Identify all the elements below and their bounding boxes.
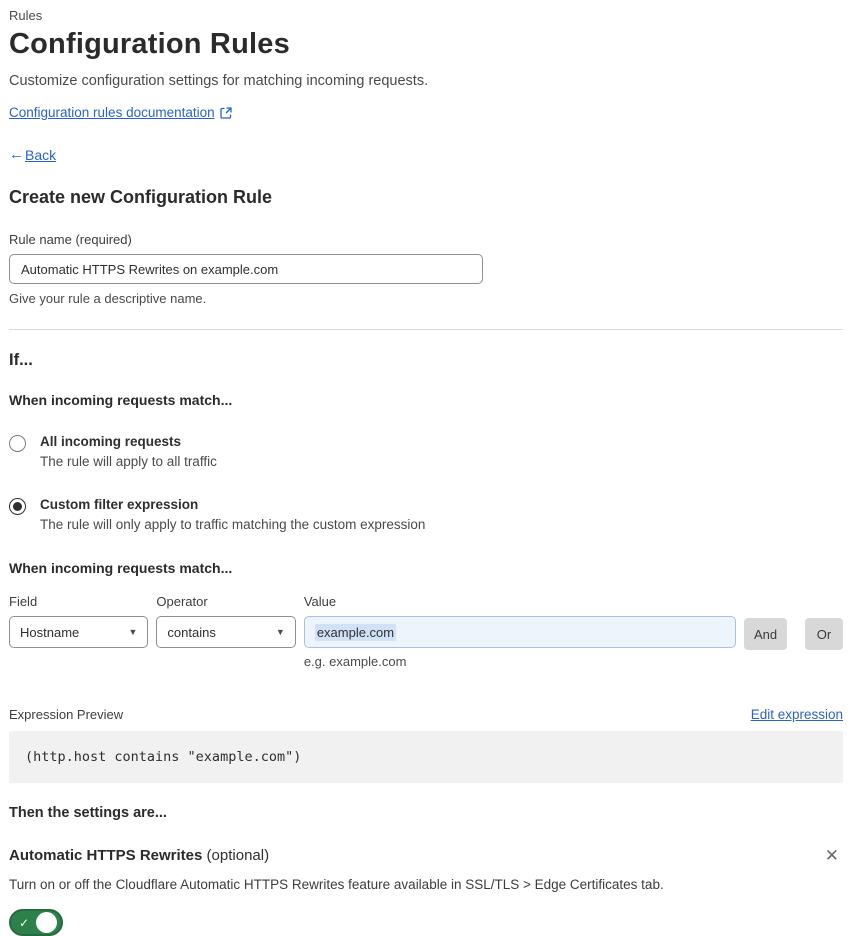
chevron-down-icon: ▼ [128, 627, 138, 637]
field-column-label: Field [9, 594, 38, 609]
setting-description: Turn on or off the Cloudflare Automatic … [9, 877, 664, 892]
value-input-text: example.com [314, 623, 397, 641]
configuration-rules-page: Rules Configuration Rules Customize conf… [0, 0, 852, 936]
field-select-value: Hostname [20, 624, 80, 640]
builder-heading: When incoming requests match... [9, 560, 233, 576]
radio-option-description: The rule will only apply to traffic matc… [40, 517, 426, 532]
radio-option-all-incoming-requests[interactable]: All incoming requests The rule will appl… [9, 434, 843, 469]
setting-name-text: Automatic HTTPS Rewrites [9, 847, 203, 864]
expression-preview-label: Expression Preview [9, 707, 124, 722]
page-subtitle: Customize configuration settings for mat… [9, 73, 429, 89]
value-column-label: Value [303, 594, 337, 609]
back-link[interactable]: Back [25, 147, 56, 163]
setting-optional-label: (optional) [202, 847, 270, 864]
back-arrow-icon: ← [9, 146, 24, 163]
check-icon: ✓ [19, 915, 30, 930]
automatic-https-rewrites-toggle[interactable]: ✓ [9, 909, 63, 936]
rule-name-label: Rule name (required) [9, 232, 132, 247]
match-heading: When incoming requests match... [9, 392, 233, 408]
radio-selected-icon[interactable] [9, 498, 26, 515]
value-input[interactable]: example.com [303, 616, 736, 648]
operator-select[interactable]: contains ▼ [156, 616, 296, 648]
documentation-link[interactable]: Configuration rules documentation [9, 105, 215, 120]
or-button[interactable]: Or [805, 618, 844, 650]
close-icon[interactable]: ✕ [821, 845, 843, 866]
rule-name-input[interactable] [9, 254, 483, 284]
radio-unselected-icon[interactable] [9, 435, 26, 452]
radio-option-label: All incoming requests [40, 434, 182, 449]
chevron-down-icon: ▼ [275, 627, 285, 637]
rule-name-help: Give your rule a descriptive name. [9, 291, 207, 306]
external-link-icon [219, 106, 232, 119]
expression-preview-code: (http.host contains "example.com") [9, 731, 843, 783]
radio-option-label: Custom filter expression [40, 497, 199, 512]
operator-select-value: contains [167, 624, 216, 640]
breadcrumb: Rules [9, 8, 43, 23]
setting-name: Automatic HTTPS Rewrites (optional) [9, 847, 269, 864]
create-rule-title: Create new Configuration Rule [9, 187, 273, 207]
then-section-title: Then the settings are... [9, 805, 167, 821]
page-title: Configuration Rules [9, 28, 290, 60]
radio-option-description: The rule will apply to all traffic [40, 454, 217, 469]
if-section-title: If... [9, 351, 33, 369]
section-divider [9, 329, 843, 330]
radio-option-custom-filter-expression[interactable]: Custom filter expression The rule will o… [9, 497, 843, 532]
operator-column-label: Operator [156, 594, 208, 609]
value-help-text: e.g. example.com [303, 654, 407, 669]
and-button[interactable]: And [743, 618, 788, 650]
toggle-knob [36, 912, 57, 933]
field-select[interactable]: Hostname ▼ [9, 616, 149, 648]
edit-expression-link[interactable]: Edit expression [751, 707, 843, 722]
